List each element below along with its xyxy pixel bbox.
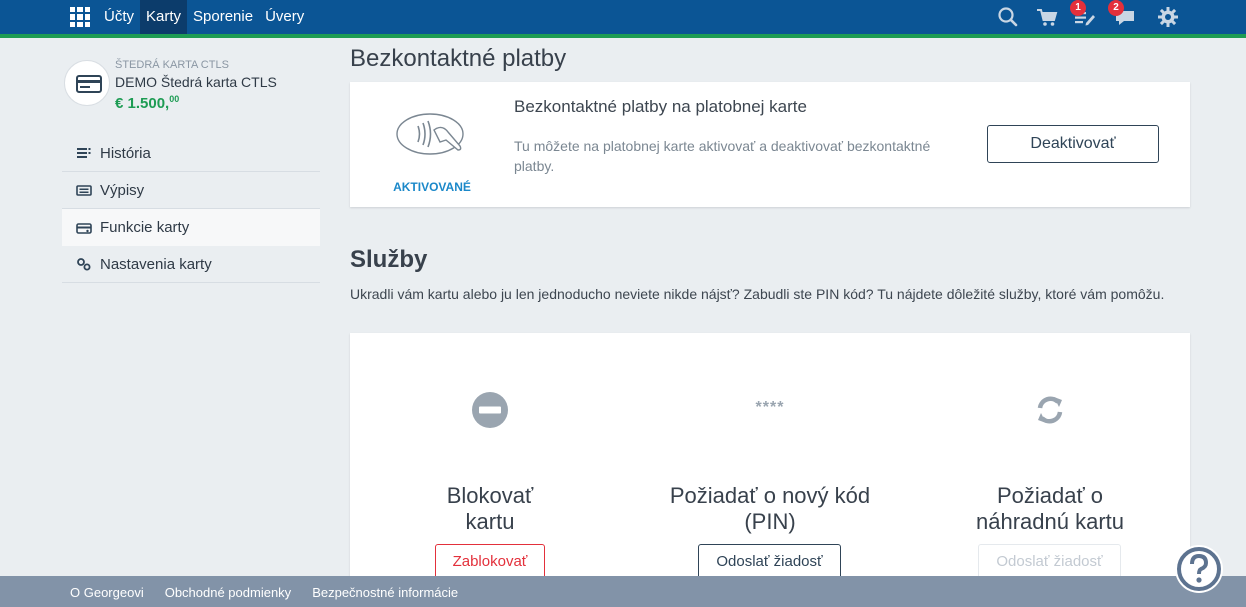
- sidebar-item-card-settings[interactable]: Nastavenia karty: [62, 246, 320, 283]
- sidebar-item-label: Funkcie karty: [100, 219, 190, 236]
- card-avatar: [64, 60, 110, 106]
- refresh-icon-wrap: [910, 391, 1190, 434]
- services-section-title: Služby: [350, 246, 428, 273]
- block-icon: [472, 392, 508, 428]
- contactless-section-title: Bezkontaktné platby: [350, 45, 567, 72]
- sidebar-item-label: História: [100, 144, 151, 162]
- footer-link-terms[interactable]: Obchodné podmienky: [165, 576, 291, 607]
- contactless-heading: Bezkontaktné platby na platobnej karte: [514, 97, 807, 116]
- account-card[interactable]: ŠTEDRÁ KARTA CTLS DEMO Štedrá karta CTLS…: [62, 56, 322, 116]
- service-title-line2: kartu: [465, 509, 515, 534]
- nav-item-accounts[interactable]: Účty: [98, 0, 140, 34]
- nav-item-savings[interactable]: Sporenie: [187, 0, 259, 34]
- cart-icon[interactable]: [1036, 6, 1058, 28]
- pin-icon-wrap: ****: [630, 399, 910, 417]
- footer-link-about[interactable]: O Georgeovi: [70, 576, 144, 607]
- request-pin-button[interactable]: Odoslať žiadosť: [698, 544, 841, 580]
- pin-icon: ****: [755, 399, 785, 416]
- service-title: Požiadať o nový kód (PIN): [650, 483, 890, 535]
- service-title: Blokovať kartu: [390, 483, 590, 535]
- sidebar-item-label: Nastavenia karty: [100, 255, 212, 273]
- deactivate-button[interactable]: Deaktivovať: [987, 125, 1159, 163]
- list-icon: [77, 148, 91, 158]
- balance-cents: 00: [169, 94, 180, 104]
- service-new-pin: **** Požiadať o nový kód (PIN) Odoslať ž…: [630, 333, 910, 593]
- service-block-card: Blokovať kartu Zablokovať: [350, 333, 630, 593]
- balance-main: € 1.500,: [115, 95, 170, 112]
- nav-item-loans[interactable]: Úvery: [259, 0, 310, 34]
- footer: O Georgeovi Obchodné podmienky Bezpečnos…: [0, 576, 1246, 607]
- sidebar-item-statements[interactable]: Výpisy: [62, 172, 320, 209]
- app-grid-logo-icon[interactable]: [70, 7, 90, 27]
- top-navigation-bar: Účty Karty Sporenie Úvery 1 2: [0, 0, 1246, 34]
- footer-link-security[interactable]: Bezpečnostné informácie: [312, 576, 458, 607]
- gear-icon[interactable]: [1157, 6, 1179, 28]
- block-icon-wrap: [350, 391, 630, 434]
- request-replacement-button[interactable]: Odoslať žiadosť: [978, 544, 1121, 580]
- service-replacement-card: Požiadať o náhradnú kartu Odoslať žiados…: [910, 333, 1190, 593]
- service-title-line1: Požiadať o: [996, 483, 1104, 508]
- messages-badge: 2: [1108, 0, 1124, 16]
- tasks-button[interactable]: 1: [1070, 0, 1096, 28]
- contactless-description: Tu môžete na platobnej karte aktivovať a…: [514, 138, 931, 174]
- account-name: DEMO Štedrá karta CTLS: [115, 74, 277, 90]
- settings-icon: [77, 258, 91, 271]
- service-title-line2: náhradnú kartu: [976, 509, 1124, 534]
- contactless-status: AKTIVOVANÉ: [393, 180, 471, 194]
- block-card-button[interactable]: Zablokovať: [435, 544, 545, 580]
- service-title-line1: Požiadať o nový kód: [669, 483, 871, 508]
- tasks-badge: 1: [1070, 0, 1086, 16]
- search-icon[interactable]: [997, 6, 1019, 28]
- refresh-icon: [1037, 396, 1063, 424]
- nav-item-cards[interactable]: Karty: [140, 0, 188, 34]
- service-title: Požiadať o náhradnú kartu: [950, 483, 1150, 535]
- contactless-panel: AKTIVOVANÉ Bezkontaktné platby na platob…: [350, 82, 1190, 207]
- contactless-payment-icon: [396, 113, 464, 155]
- service-title-line2: (PIN): [744, 509, 796, 534]
- statement-icon: [76, 185, 92, 196]
- brand-accent-stripe: [0, 34, 1246, 38]
- sidebar-menu: História Výpisy Funkcie karty Nastavenia…: [62, 135, 320, 283]
- services-description: Ukradli vám kartu alebo ju len jednoduch…: [350, 286, 1165, 302]
- services-panel: Blokovať kartu Zablokovať **** Požiadať …: [350, 333, 1190, 593]
- credit-card-icon: [76, 75, 102, 93]
- footer-links: O Georgeovi Obchodné podmienky Bezpečnos…: [70, 576, 479, 607]
- account-type: ŠTEDRÁ KARTA CTLS: [115, 59, 229, 71]
- sidebar-item-card-functions[interactable]: Funkcie karty: [62, 209, 320, 246]
- sidebar-item-label: Výpisy: [100, 181, 145, 199]
- service-title-line1: Blokovať: [446, 483, 534, 508]
- card-icon: [76, 222, 92, 234]
- messages-button[interactable]: 2: [1108, 0, 1136, 28]
- main-nav: Účty Karty Sporenie Úvery: [98, 0, 310, 34]
- help-icon[interactable]: [1170, 543, 1228, 595]
- account-balance: € 1.500,00: [115, 94, 179, 112]
- sidebar-item-history[interactable]: História: [62, 135, 320, 172]
